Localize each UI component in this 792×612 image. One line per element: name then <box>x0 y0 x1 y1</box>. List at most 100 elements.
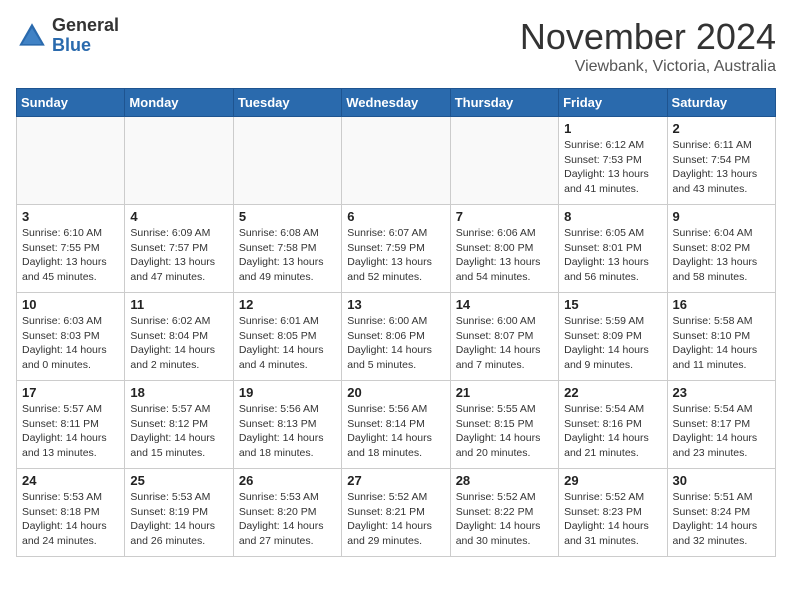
calendar-cell: 18Sunrise: 5:57 AM Sunset: 8:12 PM Dayli… <box>125 381 233 469</box>
day-info: Sunrise: 5:53 AM Sunset: 8:20 PM Dayligh… <box>239 490 336 549</box>
calendar-cell <box>17 117 125 205</box>
weekday-header-tuesday: Tuesday <box>233 89 341 117</box>
day-info: Sunrise: 5:55 AM Sunset: 8:15 PM Dayligh… <box>456 402 553 461</box>
day-info: Sunrise: 5:54 AM Sunset: 8:16 PM Dayligh… <box>564 402 661 461</box>
day-info: Sunrise: 6:10 AM Sunset: 7:55 PM Dayligh… <box>22 226 119 285</box>
day-info: Sunrise: 5:51 AM Sunset: 8:24 PM Dayligh… <box>673 490 770 549</box>
day-number: 5 <box>239 209 336 224</box>
day-number: 22 <box>564 385 661 400</box>
weekday-header-wednesday: Wednesday <box>342 89 450 117</box>
calendar-cell: 29 Sunrise: 5:52 AM Sunset: 8:23 PM Dayli… <box>559 469 667 557</box>
weekday-header-friday: Friday <box>559 89 667 117</box>
day-number: 11 <box>130 297 227 312</box>
location-subtitle: Viewbank, Victoria, Australia <box>520 58 776 76</box>
day-info: Sunrise: 6:04 AM Sunset: 8:02 PM Dayligh… <box>673 226 770 285</box>
calendar-cell: 4 Sunrise: 6:09 AM Sunset: 7:57 PM Daylig… <box>125 205 233 293</box>
day-number: 15 <box>564 297 661 312</box>
calendar-cell: 9 Sunrise: 6:04 AM Sunset: 8:02 PM Daylig… <box>667 205 775 293</box>
day-info: Sunrise: 5:57 AM Sunset: 8:11 PM Dayligh… <box>22 402 119 461</box>
calendar-cell: 1 Sunrise: 6:12 AM Sunset: 7:53 PM Daylig… <box>559 117 667 205</box>
day-info: Sunrise: 5:54 AM Sunset: 8:17 PM Dayligh… <box>673 402 770 461</box>
calendar-cell: 6Sunrise: 6:07 AM Sunset: 7:59 PM Daylig… <box>342 205 450 293</box>
calendar-week-4: 17 Sunrise: 5:57 AM Sunset: 8:11 PM Dayli… <box>17 381 776 469</box>
calendar-week-1: 1 Sunrise: 6:12 AM Sunset: 7:53 PM Daylig… <box>17 117 776 205</box>
calendar-cell: 7 Sunrise: 6:06 AM Sunset: 8:00 PM Daylig… <box>450 205 558 293</box>
day-number: 28 <box>456 473 553 488</box>
calendar-cell: 20 Sunrise: 5:56 AM Sunset: 8:14 PM Dayli… <box>342 381 450 469</box>
day-info: Sunrise: 6:03 AM Sunset: 8:03 PM Dayligh… <box>22 314 119 373</box>
page-header: General Blue November 2024 Viewbank, Vic… <box>16 16 776 76</box>
day-info: Sunrise: 6:00 AM Sunset: 8:06 PM Dayligh… <box>347 314 444 373</box>
day-info: Sunrise: 6:06 AM Sunset: 8:00 PM Dayligh… <box>456 226 553 285</box>
logo-blue-text: Blue <box>52 36 119 56</box>
day-number: 4 <box>130 209 227 224</box>
calendar-week-5: 24 Sunrise: 5:53 AM Sunset: 8:18 PM Dayli… <box>17 469 776 557</box>
month-year-title: November 2024 <box>520 16 776 58</box>
logo-icon <box>16 20 48 52</box>
day-info: Sunrise: 5:52 AM Sunset: 8:23 PM Dayligh… <box>564 490 661 549</box>
day-number: 14 <box>456 297 553 312</box>
day-number: 19 <box>239 385 336 400</box>
day-info: Sunrise: 5:58 AM Sunset: 8:10 PM Dayligh… <box>673 314 770 373</box>
day-info: Sunrise: 5:59 AM Sunset: 8:09 PM Dayligh… <box>564 314 661 373</box>
day-info: Sunrise: 6:00 AM Sunset: 8:07 PM Dayligh… <box>456 314 553 373</box>
calendar-cell: 26 Sunrise: 5:53 AM Sunset: 8:20 PM Dayli… <box>233 469 341 557</box>
title-area: November 2024 Viewbank, Victoria, Austra… <box>520 16 776 76</box>
calendar-cell: 19 Sunrise: 5:56 AM Sunset: 8:13 PM Dayli… <box>233 381 341 469</box>
day-number: 29 <box>564 473 661 488</box>
weekday-header-sunday: Sunday <box>17 89 125 117</box>
day-info: Sunrise: 5:56 AM Sunset: 8:13 PM Dayligh… <box>239 402 336 461</box>
calendar-cell: 17 Sunrise: 5:57 AM Sunset: 8:11 PM Dayli… <box>17 381 125 469</box>
calendar-cell: 5 Sunrise: 6:08 AM Sunset: 7:58 PM Daylig… <box>233 205 341 293</box>
day-number: 25 <box>130 473 227 488</box>
day-number: 21 <box>456 385 553 400</box>
calendar-cell: 22 Sunrise: 5:54 AM Sunset: 8:16 PM Dayli… <box>559 381 667 469</box>
calendar-cell: 30Sunrise: 5:51 AM Sunset: 8:24 PM Dayli… <box>667 469 775 557</box>
calendar-cell: 21 Sunrise: 5:55 AM Sunset: 8:15 PM Dayli… <box>450 381 558 469</box>
day-info: Sunrise: 6:07 AM Sunset: 7:59 PM Dayligh… <box>347 226 444 285</box>
calendar-cell: 12Sunrise: 6:01 AM Sunset: 8:05 PM Dayli… <box>233 293 341 381</box>
day-number: 26 <box>239 473 336 488</box>
calendar-cell <box>450 117 558 205</box>
logo: General Blue <box>16 16 119 56</box>
calendar-cell: 13 Sunrise: 6:00 AM Sunset: 8:06 PM Dayli… <box>342 293 450 381</box>
day-number: 1 <box>564 121 661 136</box>
day-info: Sunrise: 5:56 AM Sunset: 8:14 PM Dayligh… <box>347 402 444 461</box>
day-number: 18 <box>130 385 227 400</box>
day-number: 17 <box>22 385 119 400</box>
day-info: Sunrise: 6:02 AM Sunset: 8:04 PM Dayligh… <box>130 314 227 373</box>
calendar-cell <box>125 117 233 205</box>
calendar-week-3: 10 Sunrise: 6:03 AM Sunset: 8:03 PM Dayli… <box>17 293 776 381</box>
day-number: 9 <box>673 209 770 224</box>
day-number: 20 <box>347 385 444 400</box>
day-number: 24 <box>22 473 119 488</box>
day-number: 7 <box>456 209 553 224</box>
day-number: 3 <box>22 209 119 224</box>
day-info: Sunrise: 6:09 AM Sunset: 7:57 PM Dayligh… <box>130 226 227 285</box>
calendar-cell <box>233 117 341 205</box>
day-info: Sunrise: 5:52 AM Sunset: 8:21 PM Dayligh… <box>347 490 444 549</box>
calendar-cell: 14 Sunrise: 6:00 AM Sunset: 8:07 PM Dayli… <box>450 293 558 381</box>
day-info: Sunrise: 6:11 AM Sunset: 7:54 PM Dayligh… <box>673 138 770 197</box>
day-info: Sunrise: 5:53 AM Sunset: 8:18 PM Dayligh… <box>22 490 119 549</box>
calendar-cell <box>342 117 450 205</box>
calendar-cell: 24 Sunrise: 5:53 AM Sunset: 8:18 PM Dayli… <box>17 469 125 557</box>
day-number: 10 <box>22 297 119 312</box>
calendar-cell: 25Sunrise: 5:53 AM Sunset: 8:19 PM Dayli… <box>125 469 233 557</box>
day-info: Sunrise: 5:52 AM Sunset: 8:22 PM Dayligh… <box>456 490 553 549</box>
day-info: Sunrise: 6:01 AM Sunset: 8:05 PM Dayligh… <box>239 314 336 373</box>
calendar-cell: 15 Sunrise: 5:59 AM Sunset: 8:09 PM Dayli… <box>559 293 667 381</box>
day-number: 13 <box>347 297 444 312</box>
day-number: 2 <box>673 121 770 136</box>
day-info: Sunrise: 6:05 AM Sunset: 8:01 PM Dayligh… <box>564 226 661 285</box>
calendar-week-2: 3 Sunrise: 6:10 AM Sunset: 7:55 PM Daylig… <box>17 205 776 293</box>
weekday-header-row: SundayMondayTuesdayWednesdayThursdayFrid… <box>17 89 776 117</box>
day-info: Sunrise: 6:12 AM Sunset: 7:53 PM Dayligh… <box>564 138 661 197</box>
day-info: Sunrise: 6:08 AM Sunset: 7:58 PM Dayligh… <box>239 226 336 285</box>
calendar-cell: 11 Sunrise: 6:02 AM Sunset: 8:04 PM Dayli… <box>125 293 233 381</box>
day-number: 16 <box>673 297 770 312</box>
weekday-header-monday: Monday <box>125 89 233 117</box>
calendar-cell: 16 Sunrise: 5:58 AM Sunset: 8:10 PM Dayli… <box>667 293 775 381</box>
calendar-table: SundayMondayTuesdayWednesdayThursdayFrid… <box>16 88 776 557</box>
day-number: 23 <box>673 385 770 400</box>
